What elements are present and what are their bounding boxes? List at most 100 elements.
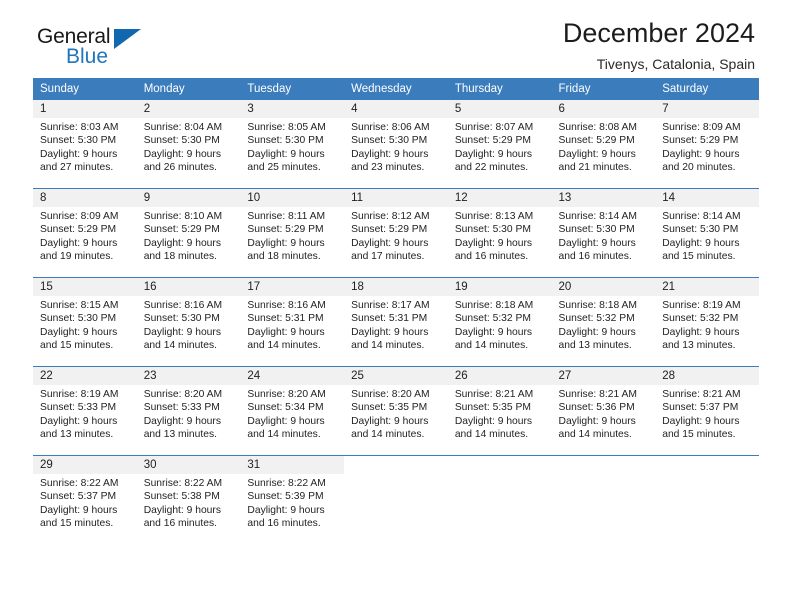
daylight-text-line1: Daylight: 9 hours bbox=[40, 326, 118, 338]
week-row: 22 Sunrise: 8:19 AM Sunset: 5:33 PM Dayligh… bbox=[33, 366, 759, 456]
daylight-text-line2: and 16 minutes. bbox=[247, 518, 321, 530]
day-number: 6 bbox=[551, 100, 656, 118]
day-info: Sunrise: 8:19 AM Sunset: 5:33 PM Daylight:… bbox=[33, 385, 137, 442]
day-cell[interactable]: 13 Sunrise: 8:14 AM Sunset: 5:30 PM Dayligh… bbox=[551, 188, 656, 278]
daylight-text-line1: Daylight: 9 hours bbox=[351, 148, 429, 160]
day-number: 7 bbox=[655, 100, 759, 118]
daylight-text-line1: Daylight: 9 hours bbox=[247, 504, 325, 516]
day-info: Sunrise: 8:21 AM Sunset: 5:36 PM Daylight:… bbox=[552, 385, 656, 442]
sunset-text: Sunset: 5:36 PM bbox=[558, 402, 635, 414]
day-number: 12 bbox=[447, 189, 552, 207]
day-cell[interactable]: 21 Sunrise: 8:19 AM Sunset: 5:32 PM Dayligh… bbox=[655, 277, 759, 367]
daylight-text-line2: and 13 minutes. bbox=[558, 340, 632, 352]
day-cell[interactable]: 15 Sunrise: 8:15 AM Sunset: 5:30 PM Dayligh… bbox=[33, 277, 137, 367]
weekday-header-row: Sunday Monday Tuesday Wednesday Thursday… bbox=[33, 78, 759, 100]
day-cell[interactable]: 7 Sunrise: 8:09 AM Sunset: 5:29 PM Daylight… bbox=[655, 100, 759, 189]
day-cell-empty bbox=[655, 455, 759, 544]
day-number bbox=[447, 456, 552, 474]
day-cell[interactable]: 14 Sunrise: 8:14 AM Sunset: 5:30 PM Dayligh… bbox=[655, 188, 759, 278]
day-number: 11 bbox=[344, 189, 448, 207]
day-info: Sunrise: 8:17 AM Sunset: 5:31 PM Daylight:… bbox=[344, 296, 448, 353]
day-cell[interactable]: 29 Sunrise: 8:22 AM Sunset: 5:37 PM Dayligh… bbox=[33, 455, 137, 544]
daylight-text-line1: Daylight: 9 hours bbox=[247, 237, 325, 249]
daylight-text-line2: and 17 minutes. bbox=[351, 251, 425, 263]
sunset-text: Sunset: 5:30 PM bbox=[351, 135, 428, 147]
calendar-page: General Blue December 2024 Tivenys, Cata… bbox=[0, 0, 792, 612]
day-info: Sunrise: 8:15 AM Sunset: 5:30 PM Daylight:… bbox=[33, 296, 137, 353]
daylight-text-line2: and 13 minutes. bbox=[662, 340, 736, 352]
day-cell[interactable]: 20 Sunrise: 8:18 AM Sunset: 5:32 PM Dayligh… bbox=[551, 277, 656, 367]
page-title: December 2024 bbox=[562, 18, 755, 48]
day-cell[interactable]: 31 Sunrise: 8:22 AM Sunset: 5:39 PM Dayligh… bbox=[240, 455, 345, 544]
day-cell[interactable]: 24 Sunrise: 8:20 AM Sunset: 5:34 PM Dayligh… bbox=[240, 366, 345, 456]
daylight-text-line1: Daylight: 9 hours bbox=[454, 148, 533, 160]
day-cell[interactable]: 23 Sunrise: 8:20 AM Sunset: 5:33 PM Dayligh… bbox=[136, 366, 241, 456]
day-cell[interactable]: 12 Sunrise: 8:13 AM Sunset: 5:30 PM Dayligh… bbox=[447, 188, 552, 278]
general-blue-logo: General Blue bbox=[37, 26, 167, 74]
day-cell[interactable]: 16 Sunrise: 8:16 AM Sunset: 5:30 PM Dayligh… bbox=[136, 277, 241, 367]
weekday-header-sunday: Sunday bbox=[33, 78, 137, 100]
day-number: 17 bbox=[240, 278, 345, 296]
sunset-text: Sunset: 5:30 PM bbox=[143, 313, 220, 325]
daylight-text-line1: Daylight: 9 hours bbox=[143, 237, 221, 249]
daylight-text-line2: and 16 minutes. bbox=[143, 518, 217, 530]
sunrise-text: Sunrise: 8:10 AM bbox=[143, 211, 223, 222]
daylight-text-line1: Daylight: 9 hours bbox=[247, 148, 325, 160]
daylight-text-line1: Daylight: 9 hours bbox=[40, 237, 118, 249]
daylight-text-line2: and 22 minutes. bbox=[454, 162, 529, 174]
sunset-text: Sunset: 5:29 PM bbox=[558, 135, 635, 147]
daylight-text-line1: Daylight: 9 hours bbox=[662, 415, 740, 427]
daylight-text-line1: Daylight: 9 hours bbox=[143, 148, 221, 160]
day-cell[interactable]: 5 Sunrise: 8:07 AM Sunset: 5:29 PM Daylight… bbox=[447, 100, 552, 189]
sunrise-text: Sunrise: 8:19 AM bbox=[40, 389, 119, 400]
day-cell[interactable]: 28 Sunrise: 8:21 AM Sunset: 5:37 PM Dayligh… bbox=[655, 366, 759, 456]
day-info: Sunrise: 8:13 AM Sunset: 5:30 PM Daylight:… bbox=[448, 207, 552, 264]
daylight-text-line2: and 25 minutes. bbox=[247, 162, 321, 174]
day-info: Sunrise: 8:16 AM Sunset: 5:30 PM Daylight:… bbox=[137, 296, 241, 353]
day-number: 2 bbox=[136, 100, 241, 118]
daylight-text-line1: Daylight: 9 hours bbox=[143, 326, 221, 338]
daylight-text-line2: and 15 minutes. bbox=[40, 518, 114, 530]
daylight-text-line1: Daylight: 9 hours bbox=[351, 326, 429, 338]
day-cell[interactable]: 10 Sunrise: 8:11 AM Sunset: 5:29 PM Dayligh… bbox=[240, 188, 345, 278]
daylight-text-line1: Daylight: 9 hours bbox=[247, 326, 325, 338]
day-number bbox=[655, 456, 759, 474]
day-number: 22 bbox=[33, 367, 137, 385]
day-cell[interactable]: 6 Sunrise: 8:08 AM Sunset: 5:29 PM Daylight… bbox=[551, 100, 656, 189]
day-cell[interactable]: 18 Sunrise: 8:17 AM Sunset: 5:31 PM Dayligh… bbox=[344, 277, 448, 367]
day-info: Sunrise: 8:22 AM Sunset: 5:39 PM Daylight:… bbox=[240, 474, 344, 531]
daylight-text-line1: Daylight: 9 hours bbox=[454, 326, 533, 338]
day-cell[interactable]: 8 Sunrise: 8:09 AM Sunset: 5:29 PM Daylight… bbox=[33, 188, 137, 278]
day-number: 19 bbox=[447, 278, 552, 296]
daylight-text-line1: Daylight: 9 hours bbox=[558, 237, 636, 249]
day-cell[interactable]: 17 Sunrise: 8:16 AM Sunset: 5:31 PM Dayligh… bbox=[240, 277, 345, 367]
day-cell[interactable]: 4 Sunrise: 8:06 AM Sunset: 5:30 PM Daylight… bbox=[344, 100, 448, 189]
day-number: 16 bbox=[136, 278, 241, 296]
daylight-text-line1: Daylight: 9 hours bbox=[351, 237, 429, 249]
day-number: 24 bbox=[240, 367, 345, 385]
day-cell[interactable]: 22 Sunrise: 8:19 AM Sunset: 5:33 PM Dayligh… bbox=[33, 366, 137, 456]
day-cell[interactable]: 25 Sunrise: 8:20 AM Sunset: 5:35 PM Dayligh… bbox=[344, 366, 448, 456]
daylight-text-line2: and 14 minutes. bbox=[247, 429, 321, 441]
day-cell[interactable]: 19 Sunrise: 8:18 AM Sunset: 5:32 PM Dayligh… bbox=[447, 277, 552, 367]
day-cell[interactable]: 26 Sunrise: 8:21 AM Sunset: 5:35 PM Dayligh… bbox=[447, 366, 552, 456]
day-info: Sunrise: 8:05 AM Sunset: 5:30 PM Daylight:… bbox=[240, 118, 344, 175]
day-info: Sunrise: 8:22 AM Sunset: 5:37 PM Daylight:… bbox=[33, 474, 137, 531]
daylight-text-line2: and 14 minutes. bbox=[351, 429, 425, 441]
sunrise-text: Sunrise: 8:05 AM bbox=[247, 122, 326, 133]
weekday-header-tuesday: Tuesday bbox=[240, 78, 345, 100]
daylight-text-line1: Daylight: 9 hours bbox=[40, 504, 118, 516]
day-cell[interactable]: 11 Sunrise: 8:12 AM Sunset: 5:29 PM Dayligh… bbox=[344, 188, 448, 278]
sunrise-text: Sunrise: 8:20 AM bbox=[351, 389, 430, 400]
day-cell[interactable]: 30 Sunrise: 8:22 AM Sunset: 5:38 PM Dayligh… bbox=[136, 455, 241, 544]
day-cell[interactable]: 1 Sunrise: 8:03 AM Sunset: 5:30 PM Daylight… bbox=[33, 100, 137, 189]
daylight-text-line1: Daylight: 9 hours bbox=[351, 415, 429, 427]
day-cell[interactable]: 3 Sunrise: 8:05 AM Sunset: 5:30 PM Daylight… bbox=[240, 100, 345, 189]
daylight-text-line2: and 14 minutes. bbox=[247, 340, 321, 352]
day-info: Sunrise: 8:09 AM Sunset: 5:29 PM Daylight:… bbox=[655, 118, 759, 175]
day-info: Sunrise: 8:08 AM Sunset: 5:29 PM Daylight:… bbox=[552, 118, 656, 175]
day-cell[interactable]: 2 Sunrise: 8:04 AM Sunset: 5:30 PM Daylight… bbox=[136, 100, 241, 189]
day-cell[interactable]: 27 Sunrise: 8:21 AM Sunset: 5:36 PM Dayligh… bbox=[551, 366, 656, 456]
day-cell[interactable]: 9 Sunrise: 8:10 AM Sunset: 5:29 PM Daylight… bbox=[136, 188, 241, 278]
sunset-text: Sunset: 5:30 PM bbox=[40, 135, 117, 147]
